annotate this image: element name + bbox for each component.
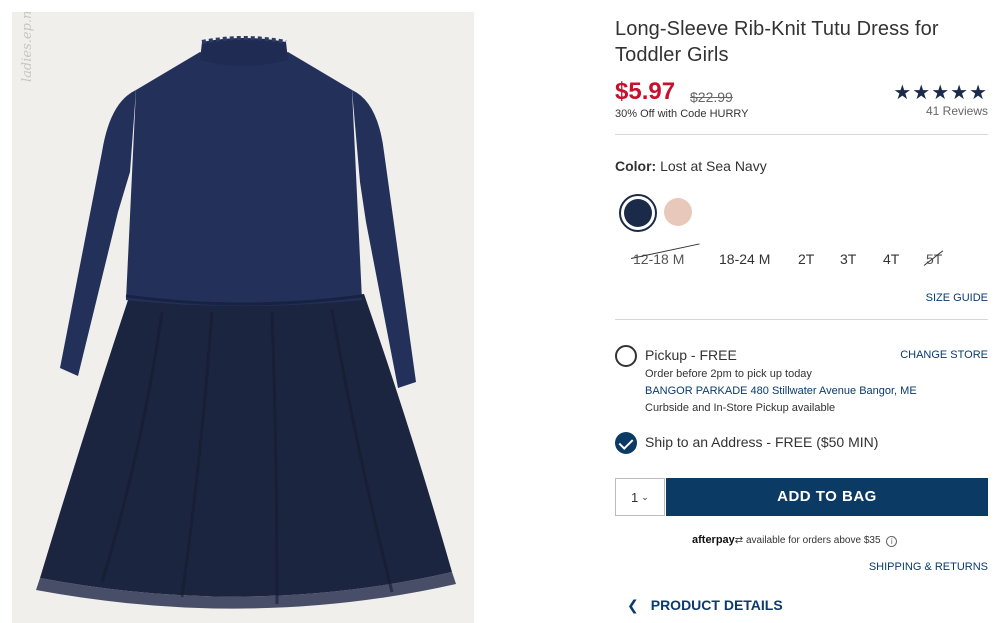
size-4t[interactable]: 4T: [883, 251, 899, 267]
add-to-bag-button[interactable]: ADD TO BAG: [666, 478, 988, 516]
color-label: Color: Lost at Sea Navy: [615, 158, 767, 174]
divider: [615, 319, 988, 320]
afterpay-arrows-icon: ⇄: [734, 535, 744, 546]
original-price: $22.99: [690, 89, 733, 105]
size-3t[interactable]: 3T: [840, 251, 856, 267]
product-title: Long-Sleeve Rib-Knit Tutu Dress for Todd…: [615, 18, 939, 66]
product-details-toggle[interactable]: ❮ PRODUCT DETAILS: [627, 597, 783, 614]
afterpay-logo: afterpay: [692, 534, 735, 546]
pickup-options: Curbside and In-Store Pickup available: [645, 402, 836, 414]
reviews-link[interactable]: 41 Reviews: [926, 104, 988, 118]
product-image[interactable]: ladies.ep.ng: [12, 12, 474, 623]
ship-title: Ship to an Address - FREE ($50 MIN): [645, 434, 879, 450]
size-18-24m[interactable]: 18-24 M: [719, 251, 770, 267]
color-label-key: Color:: [615, 158, 657, 174]
promo-text: 30% Off with Code HURRY: [615, 108, 749, 120]
afterpay-text: available for orders above $35: [745, 535, 881, 546]
change-store-link[interactable]: CHANGE STORE: [900, 349, 988, 361]
size-2t[interactable]: 2T: [798, 251, 814, 267]
afterpay-message: afterpay⇄ available for orders above $35…: [692, 534, 898, 547]
swatch-navy[interactable]: [619, 194, 657, 232]
color-value: Lost at Sea Navy: [660, 158, 767, 174]
chevron-down-icon: ⌄: [641, 492, 649, 502]
quantity-select[interactable]: 1 ⌄: [615, 478, 665, 516]
chevron-left-icon: ❮: [627, 597, 639, 613]
ship-radio[interactable]: [615, 432, 637, 454]
dress-illustration: [36, 36, 456, 609]
swatch-pink[interactable]: [664, 198, 692, 226]
divider: [615, 134, 988, 135]
star-rating-icon[interactable]: ★★★★★: [893, 80, 988, 105]
quantity-value: 1: [631, 490, 639, 505]
store-address-link[interactable]: BANGOR PARKADE 480 Stillwater Avenue Ban…: [645, 385, 917, 397]
product-details-label: PRODUCT DETAILS: [650, 597, 783, 613]
pickup-title: Pickup - FREE: [645, 347, 737, 363]
swatch-navy-fill: [624, 199, 652, 227]
pickup-radio[interactable]: [615, 345, 637, 367]
info-icon[interactable]: i: [886, 536, 898, 547]
pickup-note: Order before 2pm to pick up today: [645, 368, 812, 380]
size-12-18m[interactable]: 12-18 M: [633, 251, 684, 267]
shipping-returns-link[interactable]: SHIPPING & RETURNS: [869, 561, 988, 573]
size-guide-link[interactable]: SIZE GUIDE: [926, 292, 988, 304]
sale-price: $5.97: [615, 78, 676, 105]
